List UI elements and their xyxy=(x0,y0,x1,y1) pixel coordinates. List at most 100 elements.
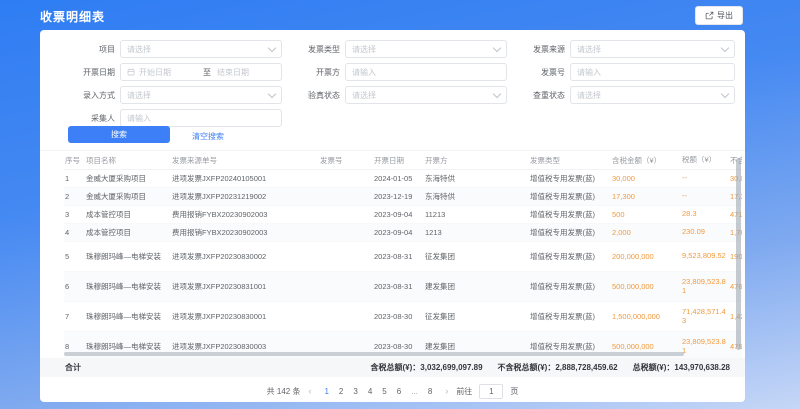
cell-amount_incl: 200,000,000 xyxy=(612,252,682,261)
cell-type: 增值税专用发票(蓝) xyxy=(530,173,612,184)
cell-order_no: JXFP20231219002 xyxy=(202,192,320,201)
filter-panel: 项目 请选择 发票类型 请选择 发票来源 请选择 xyxy=(40,30,745,150)
cell-order_no: JXFP20230830002 xyxy=(202,252,320,261)
date-separator: 至 xyxy=(203,67,211,78)
cell-tax: 9,523,809.52 xyxy=(682,252,730,261)
invoice-source-select[interactable]: 请选择 xyxy=(570,40,735,58)
page-button-5[interactable]: 5 xyxy=(382,387,386,396)
goto-label: 前往 xyxy=(456,386,472,397)
page-button-4[interactable]: 4 xyxy=(368,387,372,396)
project-select[interactable]: 请选择 xyxy=(120,40,282,58)
page-button-3[interactable]: 3 xyxy=(353,387,357,396)
cell-seq: 8 xyxy=(65,342,86,351)
cell-project: 金威大厦采购项目 xyxy=(86,191,172,202)
chevron-down-icon xyxy=(493,89,501,97)
cell-tax: 28.3 xyxy=(682,210,730,219)
cell-amount_incl: 30,000 xyxy=(612,174,682,183)
cell-issuer: 征发集团 xyxy=(425,251,530,262)
summary-label: 合计 xyxy=(65,362,81,373)
cell-source: 进项发票 xyxy=(172,191,202,202)
cell-seq: 3 xyxy=(65,210,86,219)
summary-tax-total: 总税额(¥)：143,970,638.28 xyxy=(633,362,730,373)
export-button-label: 导出 xyxy=(717,10,733,21)
date-start-placeholder[interactable]: 开始日期 xyxy=(139,67,197,78)
cell-type: 增值税专用发票(蓝) xyxy=(530,251,612,262)
table-row: 1金威大厦采购项目进项发票JXFP202401050012024-01-05东海… xyxy=(64,170,742,188)
filter-invoice-date: 开票日期 开始日期 至 结束日期 xyxy=(60,63,282,81)
filter-invoice-no: 发票号 请输入 xyxy=(505,63,735,81)
filter-entry-method: 录入方式 请选择 xyxy=(60,86,282,104)
invoice-date-range-picker[interactable]: 开始日期 至 结束日期 xyxy=(120,63,282,81)
next-page-button[interactable]: › xyxy=(445,386,448,396)
cell-source: 费用报销 xyxy=(172,227,202,238)
summary-row: 合计 含税总额(¥)：3,032,699,097.89 不含税总额(¥)：2,8… xyxy=(40,358,745,377)
cell-seq: 6 xyxy=(65,282,86,291)
goto-unit-label: 页 xyxy=(510,386,518,397)
goto-page-input[interactable] xyxy=(479,384,503,399)
verify-status-select[interactable]: 请选择 xyxy=(345,86,507,104)
cell-amount_incl: 17,300 xyxy=(612,192,682,201)
prev-page-button[interactable]: ‹ xyxy=(308,386,311,396)
cell-source: 进项发票 xyxy=(172,311,202,322)
entry-method-select[interactable]: 请选择 xyxy=(120,86,282,104)
cell-type: 增值税专用发票(蓝) xyxy=(530,341,612,352)
cell-order_no: JXFP20230830003 xyxy=(202,342,320,351)
page-button-8[interactable]: 8 xyxy=(428,387,432,396)
cell-order_no: JXFP20240105001 xyxy=(202,174,320,183)
cell-seq: 4 xyxy=(65,228,86,237)
cell-type: 增值税专用发票(蓝) xyxy=(530,281,612,292)
page-button-6[interactable]: 6 xyxy=(397,387,401,396)
cell-source: 进项发票 xyxy=(172,341,202,352)
cell-project: 珠穆朗玛峰—电梯安装 xyxy=(86,311,172,322)
vertical-scrollbar[interactable] xyxy=(736,158,741,350)
cell-tax: -- xyxy=(682,174,730,183)
table-row: 6珠穆朗玛峰—电梯安装进项发票JXFP202308310012023-08-31… xyxy=(64,272,742,302)
calendar-icon xyxy=(127,68,135,76)
table-row: 2金威大厦采购项目进项发票JXFP202312190022023-12-19东海… xyxy=(64,188,742,206)
dup-status-select[interactable]: 请选择 xyxy=(570,86,735,104)
titlebar: 收票明细表 导出 xyxy=(40,0,745,30)
cell-issuer: 征发集团 xyxy=(425,311,530,322)
chevron-down-icon xyxy=(493,43,501,51)
cell-date: 2023-08-30 xyxy=(374,312,425,321)
date-end-placeholder[interactable]: 结束日期 xyxy=(217,67,275,78)
page-button-1[interactable]: 1 xyxy=(324,387,328,396)
column-header: 含税金额（¥） xyxy=(612,155,682,166)
invoice-type-select[interactable]: 请选择 xyxy=(345,40,507,58)
cell-type: 增值税专用发票(蓝) xyxy=(530,209,612,220)
collector-input[interactable]: 请输入 xyxy=(120,109,282,127)
filter-project: 项目 请选择 xyxy=(60,40,282,58)
filter-invoice-type: 发票类型 请选择 xyxy=(280,40,507,58)
column-header: 发票号 xyxy=(320,155,374,166)
table-body: 1金威大厦采购项目进项发票JXFP202401050012024-01-05东海… xyxy=(64,170,742,358)
filter-issuer: 开票方 请输入 xyxy=(280,63,507,81)
cell-date: 2023-09-04 xyxy=(374,228,425,237)
column-header: 项目名称 xyxy=(86,155,172,166)
cell-project: 金威大厦采购项目 xyxy=(86,173,172,184)
filter-invoice-date-label: 开票日期 xyxy=(60,67,115,78)
search-button[interactable]: 搜索 xyxy=(68,126,170,143)
export-button[interactable]: 导出 xyxy=(695,6,743,25)
column-header: 开票方 xyxy=(425,155,530,166)
issuer-input[interactable]: 请输入 xyxy=(345,63,507,81)
cell-issuer: 东海特供 xyxy=(425,173,530,184)
filter-project-label: 项目 xyxy=(60,44,115,55)
table-row: 3成本管控项目费用报销FYBX202309020032023-09-041121… xyxy=(64,206,742,224)
column-header: 发票来源 xyxy=(172,155,202,166)
cell-amount_incl: 2,000 xyxy=(612,228,682,237)
clear-search-button[interactable]: 清空搜索 xyxy=(186,130,230,143)
horizontal-scrollbar[interactable] xyxy=(64,352,684,356)
filter-dup-status-label: 查重状态 xyxy=(505,90,565,101)
cell-type: 增值税专用发票(蓝) xyxy=(530,191,612,202)
cell-project: 珠穆朗玛峰—电梯安装 xyxy=(86,281,172,292)
page-button-2[interactable]: 2 xyxy=(339,387,343,396)
cell-date: 2023-08-31 xyxy=(374,252,425,261)
cell-issuer: 建发集团 xyxy=(425,341,530,352)
filter-invoice-no-label: 发票号 xyxy=(505,67,565,78)
cell-source: 进项发票 xyxy=(172,281,202,292)
filter-invoice-source-label: 发票来源 xyxy=(505,44,565,55)
cell-tax: 23,809,523.81 xyxy=(682,338,730,355)
cell-order_no: FYBX20230902003 xyxy=(202,210,320,219)
cell-issuer: 11213 xyxy=(425,210,530,219)
invoice-no-input[interactable]: 请输入 xyxy=(570,63,735,81)
